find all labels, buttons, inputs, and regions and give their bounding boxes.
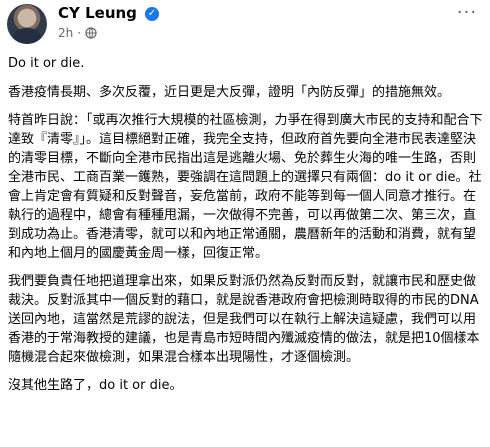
verified-badge-icon: ✓ (145, 7, 159, 21)
globe-icon (85, 27, 97, 39)
post-paragraph-3: 特首昨日說：「或再次推行大規模的社區檢測，力爭在得到廣大市民的支持和配合下達致『… (8, 113, 483, 261)
post-header: CY Leung ✓ 2h · ··· (0, 0, 490, 44)
timestamp[interactable]: 2h (58, 26, 73, 40)
post-paragraph-2: 香港疫情長期、多次反覆，近日更是大反彈，證明「內防反彈」的措施無效。 (8, 85, 451, 100)
author-name[interactable]: CY Leung (58, 4, 137, 22)
post-paragraph-5: 沒其他生路了，do it or die。 (8, 378, 183, 393)
more-options-icon[interactable]: ··· (454, 4, 480, 26)
avatar[interactable] (7, 4, 47, 44)
post-meta: 2h · (58, 26, 97, 40)
post-paragraph-4: 我們要負責任地把道理拿出來，如果反對派仍然為反對而反對，就讓市民和歷史做裁決。反… (8, 274, 480, 365)
post-paragraph-1: Do it or die. (8, 56, 85, 71)
post-content: Do it or die. 香港疫情長期、多次反覆，近日更是大反彈，證明「內防反… (8, 54, 484, 404)
